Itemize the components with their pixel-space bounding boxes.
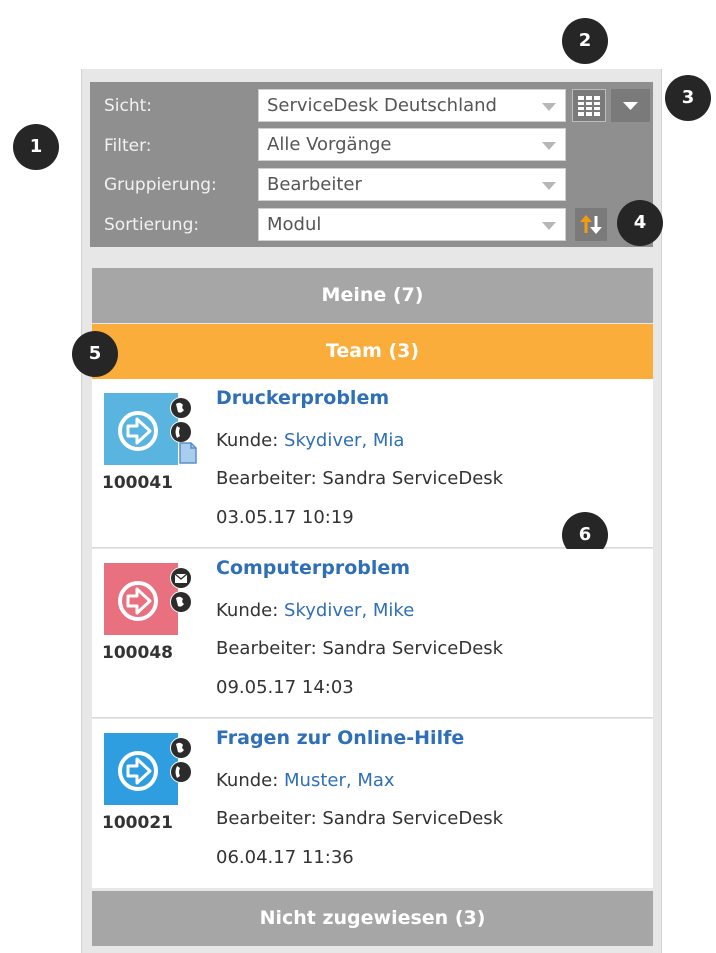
ticket-type-icon <box>104 393 178 465</box>
customer-label: Kunde: <box>216 430 279 451</box>
ticket-customer-line: Kunde: Skydiver, Mia <box>216 430 404 451</box>
assignee-label: Bearbeiter: <box>216 638 317 659</box>
ticket-id: 100021 <box>102 813 173 833</box>
ticket-datetime: 06.04.17 11:36 <box>216 847 354 868</box>
ticket-datetime: 03.05.17 10:19 <box>216 507 354 528</box>
ticket-id: 100041 <box>102 473 173 493</box>
assignee-value: Sandra ServiceDesk <box>322 468 504 489</box>
chevron-down-icon <box>623 102 638 110</box>
phone-icon <box>170 421 192 443</box>
filter-select[interactable]: Alle Vorgänge <box>258 128 566 161</box>
view-label: Sicht: <box>104 96 153 116</box>
callout-1: 1 <box>13 124 59 170</box>
callout-4: 4 <box>617 200 663 246</box>
ticket-title[interactable]: Fragen zur Online-Hilfe <box>216 727 464 749</box>
assignee-label: Bearbeiter: <box>216 468 317 489</box>
chevron-down-icon <box>542 182 556 190</box>
ticket-id: 100048 <box>102 643 173 663</box>
ticket-assignee-line: Bearbeiter: Sandra ServiceDesk <box>216 468 503 489</box>
assignee-value: Sandra ServiceDesk <box>322 638 504 659</box>
view-options-button[interactable] <box>611 89 650 122</box>
assignee-label: Bearbeiter: <box>216 808 317 829</box>
ticket-title[interactable]: Computerproblem <box>216 557 410 579</box>
document-icon <box>178 441 198 469</box>
ticket-title[interactable]: Druckerproblem <box>216 387 389 409</box>
sort-label: Sortierung: <box>104 215 200 235</box>
ticket-item[interactable]: 100021 Fragen zur Online-Hilfe Kunde: Mu… <box>92 719 653 888</box>
list-columns-icon <box>578 96 600 116</box>
sort-direction-button[interactable] <box>575 208 607 241</box>
ticket-assignee-line: Bearbeiter: Sandra ServiceDesk <box>216 638 503 659</box>
assignee-value: Sandra ServiceDesk <box>322 808 504 829</box>
grouping-label: Gruppierung: <box>104 175 217 195</box>
phone-icon <box>170 761 192 783</box>
sort-select-value: Modul <box>267 214 322 235</box>
group-mine[interactable]: Meine (7) <box>92 268 653 323</box>
chevron-down-icon <box>542 103 556 111</box>
ticket-datetime: 09.05.17 14:03 <box>216 677 354 698</box>
callout-2: 2 <box>562 18 608 64</box>
globe-icon <box>170 737 192 759</box>
ticket-customer-line: Kunde: Muster, Max <box>216 770 395 791</box>
view-select[interactable]: ServiceDesk Deutschland <box>258 89 566 122</box>
group-team[interactable]: Team (3) <box>92 324 653 379</box>
ticket-type-icon <box>104 563 178 635</box>
globe-icon <box>170 397 192 419</box>
view-select-value: ServiceDesk Deutschland <box>267 95 497 116</box>
customer-label: Kunde: <box>216 770 279 791</box>
customer-link[interactable]: Skydiver, Mia <box>284 430 404 451</box>
customer-label: Kunde: <box>216 600 279 621</box>
column-view-button[interactable] <box>572 89 606 122</box>
ticket-assignee-line: Bearbeiter: Sandra ServiceDesk <box>216 808 503 829</box>
sort-select[interactable]: Modul <box>258 208 566 241</box>
ticket-type-icon <box>104 733 178 805</box>
callout-3: 3 <box>665 75 711 121</box>
grouping-select-value: Bearbeiter <box>267 174 362 195</box>
customer-link[interactable]: Muster, Max <box>284 770 395 791</box>
mail-icon <box>170 567 192 589</box>
chevron-down-icon <box>542 222 556 230</box>
sort-arrows-icon <box>580 215 602 234</box>
filter-select-value: Alle Vorgänge <box>267 134 392 155</box>
grouping-select[interactable]: Bearbeiter <box>258 168 566 201</box>
customer-link[interactable]: Skydiver, Mike <box>284 600 414 621</box>
filter-label: Filter: <box>104 136 152 156</box>
ticket-item[interactable]: 100048 Computerproblem Kunde: Skydiver, … <box>92 549 653 718</box>
ticket-customer-line: Kunde: Skydiver, Mike <box>216 600 414 621</box>
group-unassigned[interactable]: Nicht zugewiesen (3) <box>92 891 653 946</box>
globe-icon <box>170 591 192 613</box>
callout-5: 5 <box>72 331 118 377</box>
chevron-down-icon <box>542 142 556 150</box>
